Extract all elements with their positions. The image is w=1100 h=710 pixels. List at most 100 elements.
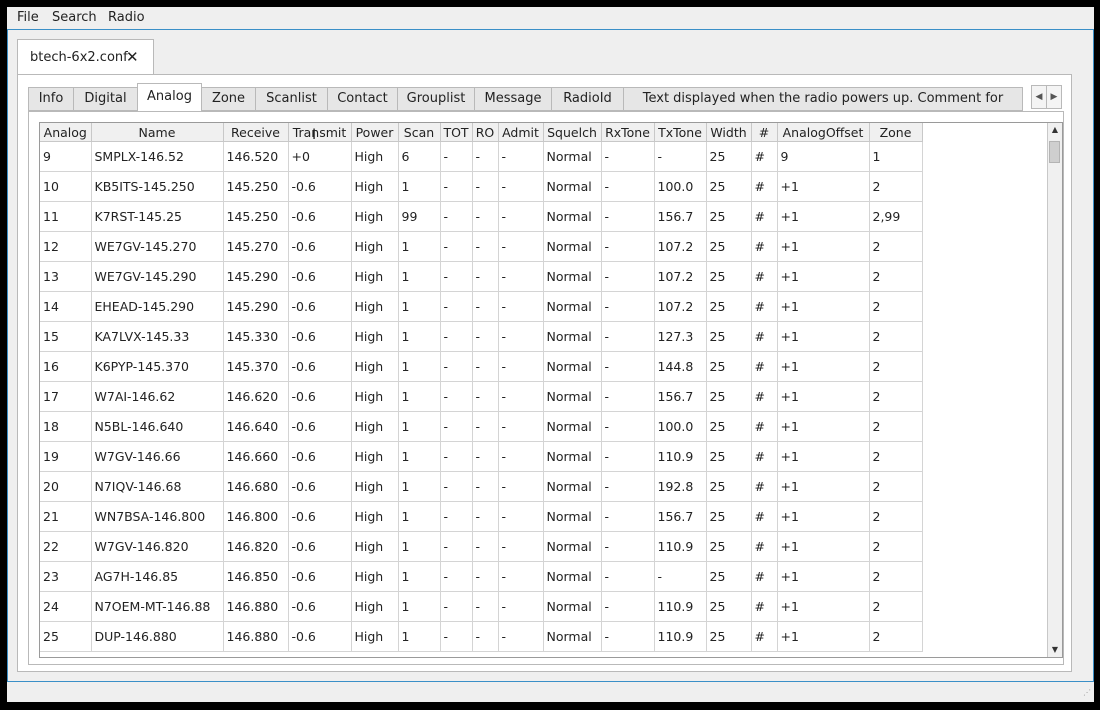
table-cell[interactable]: -0.6: [288, 501, 352, 532]
table-cell[interactable]: -: [601, 381, 655, 412]
column-header[interactable]: TxTone: [654, 123, 707, 142]
table-cell[interactable]: -: [472, 411, 499, 442]
table-row[interactable]: 17 W7AI-146.62 146.620 -0.6 High 1- - - Normal -1…: [40, 381, 923, 412]
column-header[interactable]: #: [751, 123, 778, 142]
table-cell[interactable]: 2: [869, 351, 923, 382]
table-cell[interactable]: +1: [777, 591, 870, 622]
table-cell[interactable]: +1: [777, 471, 870, 502]
table-cell[interactable]: -0.6: [288, 561, 352, 592]
table-cell[interactable]: KB5ITS-145.250: [91, 171, 224, 202]
menu-search[interactable]: Search: [52, 10, 97, 25]
table-cell[interactable]: -: [601, 411, 655, 442]
table-cell[interactable]: 100.0: [654, 171, 707, 202]
table-cell[interactable]: -: [498, 561, 544, 592]
tab-scanlist[interactable]: Scanlist: [255, 87, 328, 111]
table-cell[interactable]: -: [440, 561, 473, 592]
table-cell[interactable]: +1: [777, 531, 870, 562]
tab-text[interactable]: Text displayed when the radio powers up.…: [623, 87, 1023, 128]
table-cell[interactable]: -: [601, 141, 655, 172]
table-cell[interactable]: 1: [398, 351, 441, 382]
table-cell[interactable]: #: [751, 321, 778, 352]
table-cell[interactable]: N7OEM-MT-146.88: [91, 591, 224, 622]
table-cell[interactable]: N5BL-146.640: [91, 411, 224, 442]
table-cell[interactable]: 25: [706, 531, 752, 562]
table-cell[interactable]: 145.290: [223, 291, 289, 322]
tab-digital[interactable]: Digital: [73, 87, 138, 111]
table-cell[interactable]: 18: [40, 411, 92, 442]
table-cell[interactable]: -: [472, 441, 499, 472]
table-cell[interactable]: #: [751, 621, 778, 652]
tab-zone[interactable]: Zone: [201, 87, 256, 111]
column-header[interactable]: Width: [706, 123, 752, 142]
table-cell[interactable]: Normal: [543, 411, 602, 442]
table-cell[interactable]: 19: [40, 441, 92, 472]
table-cell[interactable]: -: [498, 171, 544, 202]
table-cell[interactable]: 2: [869, 621, 923, 652]
column-header[interactable]: Analog: [40, 123, 92, 142]
table-cell[interactable]: #: [751, 441, 778, 472]
table-cell[interactable]: 1: [398, 561, 441, 592]
table-cell[interactable]: +1: [777, 411, 870, 442]
table-cell[interactable]: 145.370: [223, 351, 289, 382]
table-cell[interactable]: -: [472, 471, 499, 502]
table-cell[interactable]: 2,99: [869, 201, 923, 232]
table-cell[interactable]: 2: [869, 261, 923, 292]
table-cell[interactable]: 25: [706, 291, 752, 322]
table-cell[interactable]: Normal: [543, 501, 602, 532]
table-cell[interactable]: High: [351, 351, 399, 382]
table-cell[interactable]: #: [751, 291, 778, 322]
table-cell[interactable]: +1: [777, 561, 870, 592]
table-cell[interactable]: #: [751, 411, 778, 442]
table-cell[interactable]: High: [351, 441, 399, 472]
table-cell[interactable]: W7GV-146.66: [91, 441, 224, 472]
table-cell[interactable]: 146.800: [223, 501, 289, 532]
table-row[interactable]: 12 WE7GV-145.270 145.270 -0.6 High 1- - - Normal…: [40, 231, 923, 262]
table-cell[interactable]: -: [498, 351, 544, 382]
table-cell[interactable]: -: [601, 591, 655, 622]
table-cell[interactable]: Normal: [543, 381, 602, 412]
table-cell[interactable]: 100.0: [654, 411, 707, 442]
menu-radio[interactable]: Radio: [108, 10, 145, 25]
table-cell[interactable]: -: [498, 291, 544, 322]
table-cell[interactable]: Normal: [543, 591, 602, 622]
table-cell[interactable]: 1: [398, 621, 441, 652]
table-cell[interactable]: +1: [777, 231, 870, 262]
table-cell[interactable]: 2: [869, 321, 923, 352]
table-cell[interactable]: -: [498, 381, 544, 412]
table-cell[interactable]: -: [440, 621, 473, 652]
table-cell[interactable]: Normal: [543, 441, 602, 472]
table-row[interactable]: 11 K7RST-145.25 145.250 -0.6 High 99- - - Normal…: [40, 201, 923, 232]
table-cell[interactable]: -: [498, 411, 544, 442]
table-cell[interactable]: -: [440, 501, 473, 532]
table-cell[interactable]: 110.9: [654, 591, 707, 622]
table-cell[interactable]: #: [751, 261, 778, 292]
table-cell[interactable]: 146.660: [223, 441, 289, 472]
table-cell[interactable]: -: [472, 261, 499, 292]
table-cell[interactable]: -: [440, 411, 473, 442]
table-cell[interactable]: 25: [706, 591, 752, 622]
table-cell[interactable]: 2: [869, 381, 923, 412]
table-cell[interactable]: -: [472, 381, 499, 412]
table-cell[interactable]: Normal: [543, 261, 602, 292]
menu-file[interactable]: File: [17, 10, 39, 25]
table-cell[interactable]: -0.6: [288, 291, 352, 322]
table-cell[interactable]: 25: [706, 171, 752, 202]
table-cell[interactable]: -: [498, 231, 544, 262]
table-cell[interactable]: High: [351, 321, 399, 352]
arrow-down-icon[interactable]: ▼: [1048, 643, 1062, 657]
table-cell[interactable]: 127.3: [654, 321, 707, 352]
table-cell[interactable]: -: [498, 441, 544, 472]
table-cell[interactable]: 25: [706, 261, 752, 292]
table-cell[interactable]: #: [751, 381, 778, 412]
table-cell[interactable]: 17: [40, 381, 92, 412]
chevron-right-icon[interactable]: ▶: [1046, 85, 1062, 109]
table-cell[interactable]: 10: [40, 171, 92, 202]
table-cell[interactable]: Normal: [543, 351, 602, 382]
table-row[interactable]: 22 W7GV-146.820 146.820 -0.6 High 1- - - Normal -…: [40, 531, 923, 562]
table-cell[interactable]: 1: [869, 141, 923, 172]
table-cell[interactable]: 1: [398, 531, 441, 562]
table-cell[interactable]: -: [472, 201, 499, 232]
table-cell[interactable]: -: [472, 351, 499, 382]
column-header[interactable]: Receive: [223, 123, 289, 142]
table-cell[interactable]: -: [472, 231, 499, 262]
